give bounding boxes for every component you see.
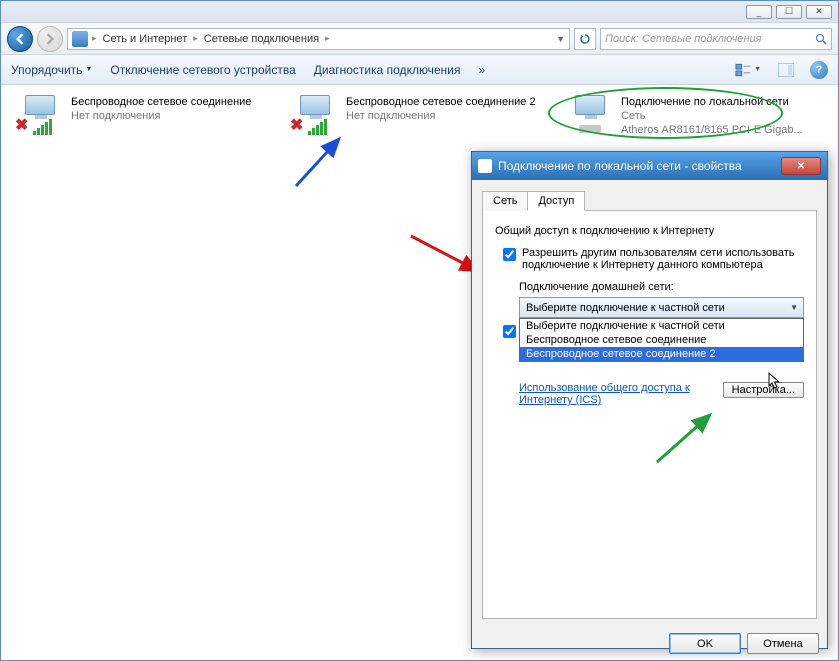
allow-sharing-label: Разрешить другим пользователям сети испо… xyxy=(522,247,804,271)
allow-control-checkbox[interactable] xyxy=(503,325,516,338)
close-button[interactable]: ✕ xyxy=(806,5,832,19)
wifi-disconnected-icon: ✖ xyxy=(15,95,63,135)
chevron-right-icon: ▸ xyxy=(92,33,97,44)
combobox-option[interactable]: Беспроводное сетевое соединение 2 xyxy=(520,347,803,361)
cursor-icon xyxy=(768,372,782,392)
chevron-down-icon[interactable]: ▼ xyxy=(556,34,565,44)
nav-bar: ▸ Сеть и Интернет ▸ Сетевые подключения … xyxy=(1,23,838,55)
maximize-button[interactable]: ☐ xyxy=(776,5,802,19)
forward-button[interactable] xyxy=(37,26,63,52)
combobox-dropdown: Выберите подключение к частной сети Бесп… xyxy=(519,318,804,362)
connection-name: Беспроводное сетевое соединение 2 xyxy=(346,95,536,109)
chevron-right-icon: ▸ xyxy=(193,33,198,44)
connection-device: Atheros AR8161/8165 PCI-E Gigab... xyxy=(621,123,803,137)
disable-device-button[interactable]: Отключение сетевого устройства xyxy=(110,63,295,77)
allow-sharing-checkbox[interactable] xyxy=(503,248,516,261)
help-button[interactable]: ? xyxy=(810,61,828,79)
dialog-titlebar[interactable]: Подключение по локальной сети - свойства… xyxy=(472,152,827,180)
chevron-right-icon: ▸ xyxy=(325,33,330,44)
properties-dialog: Подключение по локальной сети - свойства… xyxy=(471,151,828,649)
annotation-arrow-green xyxy=(652,407,722,467)
tab-strip: Сеть Доступ xyxy=(482,190,817,211)
combobox-option[interactable]: Беспроводное сетевое соединение xyxy=(520,333,803,347)
diagnose-button[interactable]: Диагностика подключения xyxy=(314,63,461,77)
breadcrumb-item[interactable]: Сетевые подключения xyxy=(202,33,321,45)
preview-pane-button[interactable] xyxy=(772,60,800,80)
ics-help-link[interactable]: Использование общего доступа к Интернету… xyxy=(519,382,715,406)
connection-status: Нет подключения xyxy=(71,109,251,123)
network-icon xyxy=(72,31,88,47)
minimize-button[interactable]: _ xyxy=(746,5,772,19)
view-mode-button[interactable]: ▼ xyxy=(734,60,762,80)
back-button[interactable] xyxy=(7,26,33,52)
combobox-option[interactable]: Выберите подключение к частной сети xyxy=(520,319,803,333)
home-network-combobox[interactable]: Выберите подключение к частной сети xyxy=(519,297,804,318)
settings-button[interactable]: Настройка... xyxy=(723,382,804,398)
ok-button[interactable]: OK xyxy=(669,633,741,654)
wifi-disconnected-icon: ✖ xyxy=(290,95,338,135)
network-icon xyxy=(478,159,492,173)
connection-item[interactable]: Подключение по локальной сети Сеть Ather… xyxy=(563,93,826,139)
connections-view: ✖ Беспроводное сетевое соединение Нет по… xyxy=(1,85,838,147)
organize-menu[interactable]: Упорядочить▼ xyxy=(11,63,92,77)
connection-item[interactable]: ✖ Беспроводное сетевое соединение Нет по… xyxy=(13,93,276,139)
tab-access[interactable]: Доступ xyxy=(527,191,585,211)
search-input[interactable]: Поиск: Сетевые подключения xyxy=(600,28,832,50)
group-title: Общий доступ к подключению к Интернету xyxy=(495,225,804,237)
breadcrumb[interactable]: ▸ Сеть и Интернет ▸ Сетевые подключения … xyxy=(67,28,570,50)
connection-name: Беспроводное сетевое соединение xyxy=(71,95,251,109)
dialog-buttons: OK Отмена xyxy=(472,627,827,660)
overflow-button[interactable]: » xyxy=(478,63,485,77)
connection-net: Сеть xyxy=(621,109,803,123)
lan-icon xyxy=(565,95,613,135)
cancel-button[interactable]: Отмена xyxy=(747,633,819,654)
home-network-label: Подключение домашней сети: xyxy=(519,281,804,293)
dialog-close-button[interactable]: ✕ xyxy=(781,157,821,175)
breadcrumb-item[interactable]: Сеть и Интернет xyxy=(101,33,190,45)
tab-network[interactable]: Сеть xyxy=(482,191,528,211)
refresh-button[interactable] xyxy=(574,28,596,50)
connection-status: Нет подключения xyxy=(346,109,536,123)
search-placeholder: Поиск: Сетевые подключения xyxy=(605,33,762,45)
connection-name: Подключение по локальной сети xyxy=(621,95,803,109)
annotation-arrow-blue xyxy=(291,131,351,191)
window-titlebar: _ ☐ ✕ xyxy=(1,1,838,23)
dialog-title-text: Подключение по локальной сети - свойства xyxy=(498,159,742,173)
command-bar: Упорядочить▼ Отключение сетевого устройс… xyxy=(1,55,838,85)
tab-panel: Общий доступ к подключению к Интернету Р… xyxy=(482,211,817,619)
